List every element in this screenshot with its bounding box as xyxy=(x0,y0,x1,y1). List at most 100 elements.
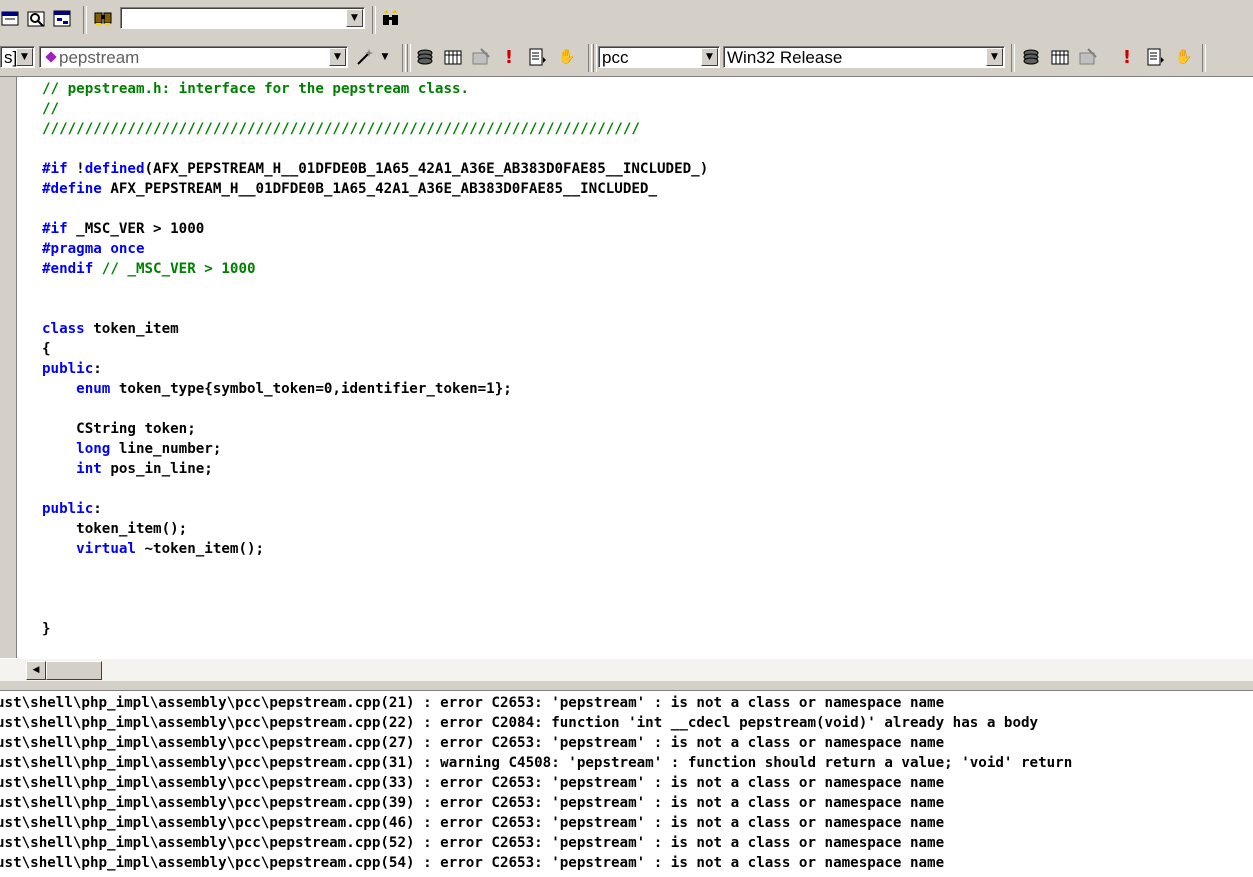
code-line[interactable]: } xyxy=(42,619,708,639)
member-combo[interactable]: pepstream ▼ xyxy=(39,46,348,68)
chevron-down-icon[interactable]: ▼ xyxy=(701,48,718,66)
project-combo-value: pcc xyxy=(602,48,629,67)
search-binoculars-icon[interactable] xyxy=(380,8,402,30)
chevron-down-icon[interactable]: ▼ xyxy=(329,48,346,66)
code-token: (AFX_PEPSTREAM_H__01DFDE0B_1A65_42A1_A36… xyxy=(144,161,709,177)
code-line[interactable]: virtual ~token_item(); xyxy=(42,539,708,559)
code-line[interactable]: #define AFX_PEPSTREAM_H__01DFDE0B_1A65_4… xyxy=(42,179,708,199)
breakpoint-icon[interactable] xyxy=(1144,46,1166,68)
build-icon[interactable] xyxy=(442,46,464,68)
horizontal-scrollbar[interactable]: ◀ xyxy=(0,658,1253,681)
compile-icon[interactable] xyxy=(1020,46,1042,68)
code-line[interactable]: ////////////////////////////////////////… xyxy=(42,119,708,139)
execute-icon[interactable]: ! xyxy=(1116,46,1138,68)
find-in-files-icon[interactable] xyxy=(26,8,48,30)
code-text[interactable]: // pepstream.h: interface for the pepstr… xyxy=(42,79,708,639)
breakpoint-icon[interactable] xyxy=(526,46,548,68)
execute-icon[interactable]: ! xyxy=(498,46,520,68)
code-line[interactable]: public: xyxy=(42,499,708,519)
code-line[interactable]: #if _MSC_VER > 1000 xyxy=(42,219,708,239)
output-line[interactable]: ust\shell\php_impl\assembly\pcc\pepstrea… xyxy=(0,713,1072,733)
code-line[interactable] xyxy=(42,579,708,599)
output-line[interactable]: ust\shell\php_impl\assembly\pcc\pepstrea… xyxy=(0,813,1072,833)
code-token: CString token; xyxy=(42,421,196,437)
chevron-down-icon[interactable]: ▼ xyxy=(378,46,392,68)
magic-wand-icon[interactable] xyxy=(354,46,376,68)
code-token: : xyxy=(93,361,102,377)
code-line[interactable]: #if !defined(AFX_PEPSTREAM_H__01DFDE0B_1… xyxy=(42,159,708,179)
output-line[interactable]: ust\shell\php_impl\assembly\pcc\pepstrea… xyxy=(0,753,1072,773)
code-line[interactable] xyxy=(42,599,708,619)
code-line[interactable]: class token_item xyxy=(42,319,708,339)
workspace-icon[interactable] xyxy=(52,8,74,30)
code-line[interactable] xyxy=(42,299,708,319)
code-keyword: public xyxy=(42,361,94,377)
code-keyword: enum xyxy=(76,381,111,397)
hand-icon[interactable]: ✋ xyxy=(1173,46,1195,68)
code-line[interactable] xyxy=(42,139,708,159)
code-token: } xyxy=(42,621,51,637)
code-keyword: public xyxy=(42,501,94,517)
scroll-left-icon[interactable]: ◀ xyxy=(26,661,46,680)
code-keyword: virtual xyxy=(76,541,136,557)
code-line[interactable] xyxy=(42,279,708,299)
code-line[interactable]: #endif // _MSC_VER > 1000 xyxy=(42,259,708,279)
code-line[interactable]: #pragma once xyxy=(42,239,708,259)
code-token: pos_in_line; xyxy=(101,461,213,477)
code-line[interactable]: public: xyxy=(42,359,708,379)
editor-gutter xyxy=(0,77,17,659)
chevron-down-icon[interactable]: ▼ xyxy=(346,9,363,27)
code-line[interactable]: // xyxy=(42,99,708,119)
window-list-icon[interactable] xyxy=(0,8,22,30)
output-line[interactable]: ust\shell\php_impl\assembly\pcc\pepstrea… xyxy=(0,773,1072,793)
code-comment: // pepstream.h: interface for the pepstr… xyxy=(42,81,470,97)
stop-build-icon[interactable] xyxy=(470,46,492,68)
code-editor[interactable]: // pepstream.h: interface for the pepstr… xyxy=(0,76,1253,659)
code-line[interactable]: int pos_in_line; xyxy=(42,459,708,479)
find-combo[interactable]: ▼ xyxy=(120,7,365,29)
code-line[interactable]: enum token_type{symbol_token=0,identifie… xyxy=(42,379,708,399)
code-comment: // _MSC_VER > 1000 xyxy=(93,261,256,277)
output-pane[interactable]: ust\shell\php_impl\assembly\pcc\pepstrea… xyxy=(0,691,1253,877)
code-line[interactable]: CString token; xyxy=(42,419,708,439)
code-token: AFX_PEPSTREAM_H__01DFDE0B_1A65_42A1_A36E… xyxy=(101,181,658,197)
wizard-build-toolbar: s] ▼ pepstream ▼ ▼ ! ✋ pcc ▼ Win32 Relea… xyxy=(0,40,1253,76)
code-line[interactable]: token_item(); xyxy=(42,519,708,539)
code-line[interactable]: // pepstream.h: interface for the pepstr… xyxy=(42,79,708,99)
chevron-down-icon[interactable]: ▼ xyxy=(986,48,1003,66)
project-combo[interactable]: pcc ▼ xyxy=(598,46,720,68)
output-line[interactable]: ust\shell\php_impl\assembly\pcc\pepstrea… xyxy=(0,793,1072,813)
output-line[interactable]: ust\shell\php_impl\assembly\pcc\pepstrea… xyxy=(0,733,1072,753)
code-token: : xyxy=(93,501,102,517)
compile-icon[interactable] xyxy=(414,46,436,68)
standard-toolbar: ▼ xyxy=(0,0,1253,41)
code-keyword: class xyxy=(42,321,85,337)
build-output-list: ust\shell\php_impl\assembly\pcc\pepstrea… xyxy=(0,693,1072,873)
build-icon[interactable] xyxy=(1049,46,1071,68)
code-line[interactable]: long line_number; xyxy=(42,439,708,459)
chevron-down-icon[interactable]: ▼ xyxy=(16,48,33,66)
output-line[interactable]: ust\shell\php_impl\assembly\pcc\pepstrea… xyxy=(0,833,1072,853)
code-line[interactable] xyxy=(42,479,708,499)
code-line[interactable] xyxy=(42,399,708,419)
hand-icon[interactable]: ✋ xyxy=(556,46,578,68)
pane-splitter[interactable] xyxy=(0,681,1253,691)
code-line[interactable] xyxy=(42,559,708,579)
scroll-thumb[interactable] xyxy=(46,661,102,680)
code-token: token_item(); xyxy=(42,521,188,537)
configuration-combo[interactable]: Win32 Release ▼ xyxy=(723,46,1005,68)
find-icon[interactable] xyxy=(92,8,114,30)
code-line[interactable] xyxy=(42,199,708,219)
stop-build-icon[interactable] xyxy=(1077,46,1099,68)
code-keyword: #define xyxy=(42,181,102,197)
class-combo[interactable]: s] ▼ xyxy=(0,46,35,68)
code-token: ~token_item(); xyxy=(135,541,265,557)
member-combo-value: pepstream xyxy=(59,48,140,67)
code-token: ! xyxy=(67,161,85,177)
output-line[interactable]: ust\shell\php_impl\assembly\pcc\pepstrea… xyxy=(0,853,1072,873)
code-line[interactable]: { xyxy=(42,339,708,359)
output-line[interactable]: ust\shell\php_impl\assembly\pcc\pepstrea… xyxy=(0,693,1072,713)
